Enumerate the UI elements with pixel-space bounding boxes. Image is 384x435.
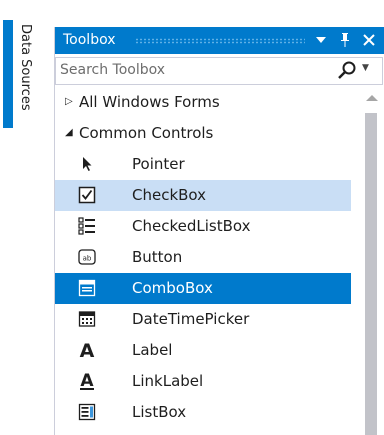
group-label: Common Controls: [79, 124, 214, 142]
item-label: ComboBox: [132, 279, 213, 297]
window-position-dropdown-icon[interactable]: [311, 28, 331, 52]
item-label: CheckedListBox: [132, 217, 251, 235]
list-item-combobox[interactable]: ComboBox: [55, 273, 351, 304]
svg-text:ab: ab: [83, 255, 92, 263]
datetimepicker-icon: [77, 309, 97, 329]
svg-text:A: A: [80, 340, 95, 360]
combobox-icon: [77, 278, 97, 298]
toolbox-panel: Toolbox ▼ ▷ All Windows Forms: [54, 27, 384, 435]
checkbox-icon: [77, 185, 97, 205]
pointer-icon: [77, 154, 97, 174]
item-label: LinkLabel: [132, 372, 204, 390]
list-item-datetimepicker[interactable]: DateTimePicker: [55, 304, 351, 335]
group-label: All Windows Forms: [79, 93, 220, 111]
group-common-controls[interactable]: ◢ Common Controls: [55, 118, 351, 149]
scroll-thumb[interactable]: [365, 113, 377, 435]
toolbox-titlebar[interactable]: Toolbox: [55, 27, 384, 54]
close-icon[interactable]: [359, 28, 379, 52]
data-sources-tab-marker[interactable]: [3, 20, 13, 128]
vertical-scrollbar[interactable]: [362, 85, 380, 435]
toolbox-title: Toolbox: [63, 32, 116, 48]
list-item-listbox[interactable]: ListBox: [55, 397, 351, 428]
collapse-caret-icon[interactable]: ◢: [65, 127, 73, 138]
drag-grip[interactable]: [135, 38, 305, 44]
side-tab-strip: Data Sources: [0, 0, 53, 435]
item-label: ListBox: [132, 403, 187, 421]
toolbox-list: ▷ All Windows Forms ◢ Common Controls Po…: [55, 85, 355, 435]
item-label: Pointer: [132, 155, 185, 173]
list-item-linklabel[interactable]: A LinkLabel: [55, 366, 351, 397]
search-input[interactable]: [60, 60, 330, 80]
list-item-checkbox[interactable]: CheckBox: [55, 180, 351, 211]
item-label: DateTimePicker: [132, 310, 250, 328]
list-item-pointer[interactable]: Pointer: [55, 149, 351, 180]
listbox-icon: [77, 402, 97, 422]
search-options-dropdown-icon[interactable]: ▼: [362, 63, 369, 73]
label-icon: A: [77, 340, 97, 360]
scroll-up-arrow-icon[interactable]: [366, 95, 378, 101]
expand-caret-icon[interactable]: ▷: [65, 96, 73, 107]
search-box[interactable]: ▼: [55, 57, 383, 85]
checkedlistbox-icon: [77, 216, 97, 236]
list-item-button[interactable]: ab Button: [55, 242, 351, 273]
linklabel-icon: A: [77, 371, 97, 391]
item-label: Label: [132, 341, 173, 359]
search-icon[interactable]: [336, 60, 358, 82]
pin-icon[interactable]: [335, 28, 355, 52]
list-item-checkedlistbox[interactable]: CheckedListBox: [55, 211, 351, 242]
item-label: Button: [132, 248, 183, 266]
group-all-windows-forms[interactable]: ▷ All Windows Forms: [55, 87, 351, 118]
item-label: CheckBox: [132, 186, 207, 204]
list-item-label[interactable]: A Label: [55, 335, 351, 366]
button-icon: ab: [77, 247, 97, 267]
data-sources-tab[interactable]: Data Sources: [14, 24, 36, 134]
